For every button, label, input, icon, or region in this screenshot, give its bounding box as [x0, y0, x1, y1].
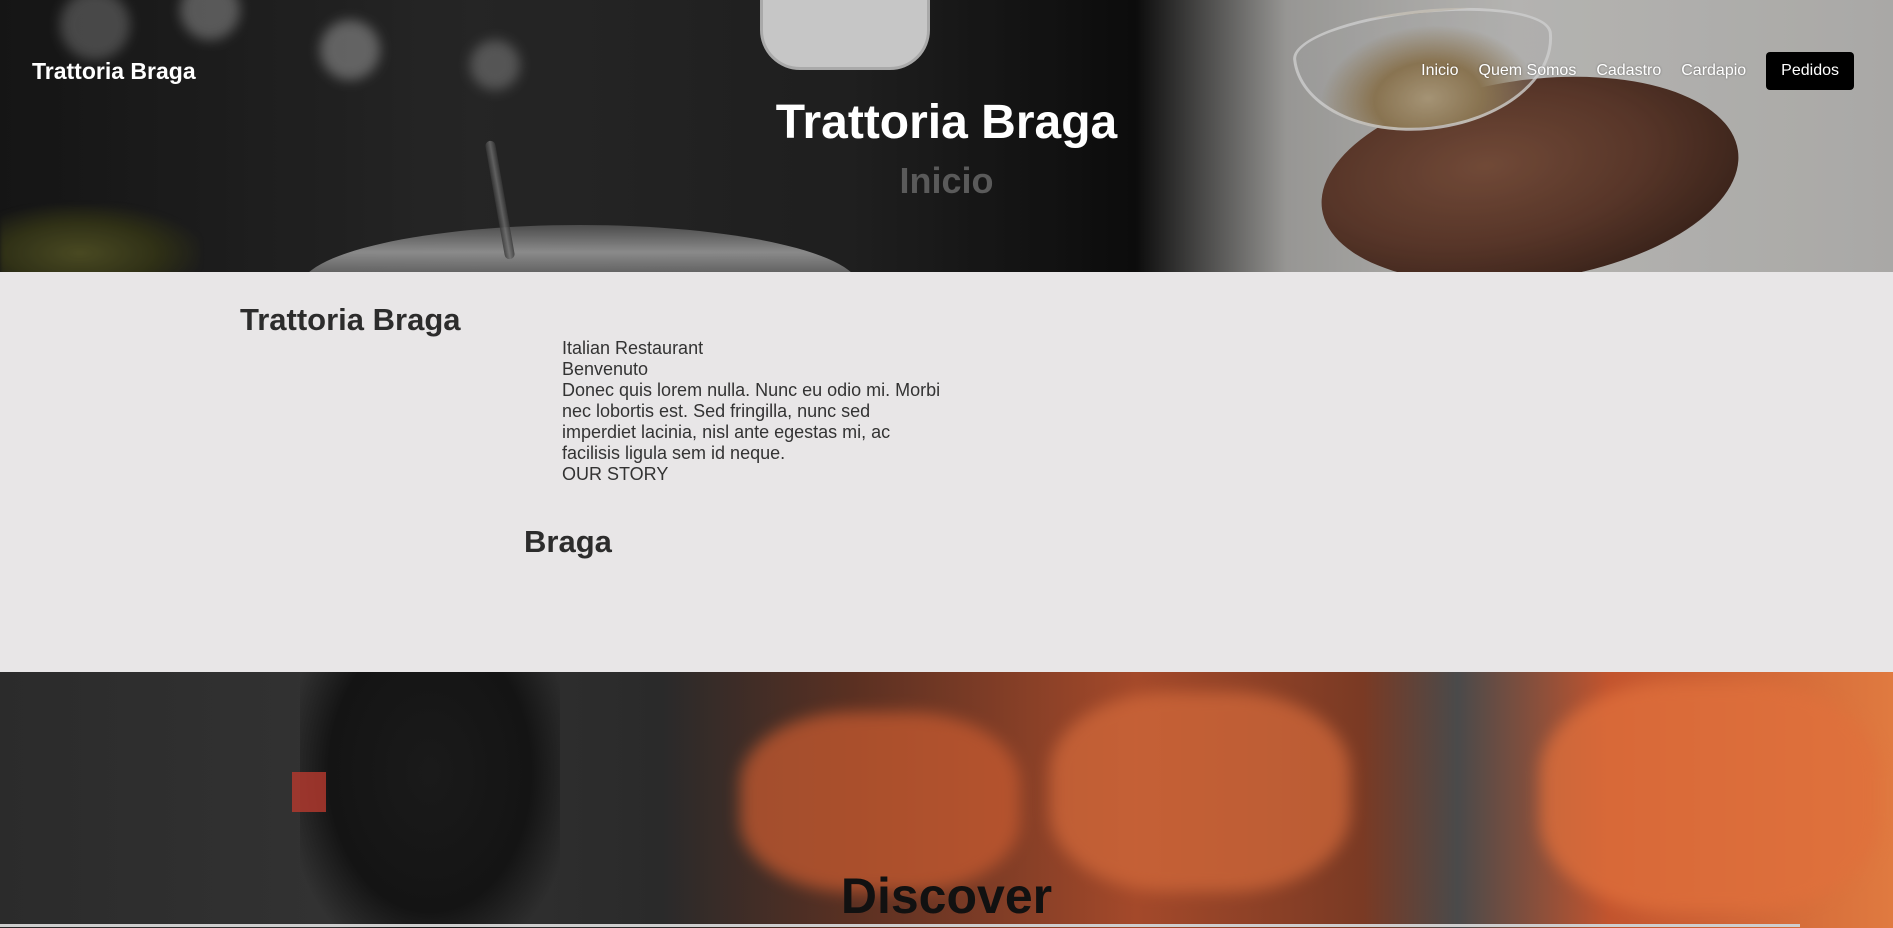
pedidos-button[interactable]: Pedidos: [1766, 52, 1854, 90]
nav-quem-somos[interactable]: Quem Somos: [1479, 62, 1577, 80]
about-text: Italian Restaurant Benvenuto Donec quis …: [562, 338, 942, 485]
about-tagline: Italian Restaurant: [562, 338, 704, 358]
background-fire: [1050, 692, 1350, 892]
nav-inicio[interactable]: Inicio: [1421, 62, 1458, 80]
discover-title: Discover: [840, 868, 1053, 924]
hero-subtitle: Inicio: [899, 160, 994, 201]
discover-section: Discover: [0, 672, 1893, 928]
background-fire: [740, 712, 1020, 892]
about-section: Trattoria Braga Italian Restaurant Benve…: [0, 272, 1893, 672]
about-title: Trattoria Braga: [240, 302, 461, 337]
about-subtitle: Braga: [524, 524, 612, 559]
background-sign: [292, 772, 326, 812]
nav-cardapio[interactable]: Cardapio: [1681, 62, 1746, 80]
about-greeting: Benvenuto: [562, 359, 649, 379]
hero-section: Trattoria Braga Inicio Quem Somos Cadast…: [0, 0, 1893, 272]
main-nav: Inicio Quem Somos Cadastro Cardapio Pedi…: [1401, 52, 1854, 90]
about-paragraph: Donec quis lorem nulla. Nunc eu odio mi.…: [562, 380, 941, 463]
brand-logo[interactable]: Trattoria Braga: [32, 58, 196, 85]
nav-cadastro[interactable]: Cadastro: [1596, 62, 1661, 80]
hero-title: Trattoria Braga: [775, 96, 1118, 149]
our-story-link[interactable]: OUR STORY: [562, 464, 942, 485]
horizontal-scrollbar[interactable]: [0, 924, 1800, 927]
